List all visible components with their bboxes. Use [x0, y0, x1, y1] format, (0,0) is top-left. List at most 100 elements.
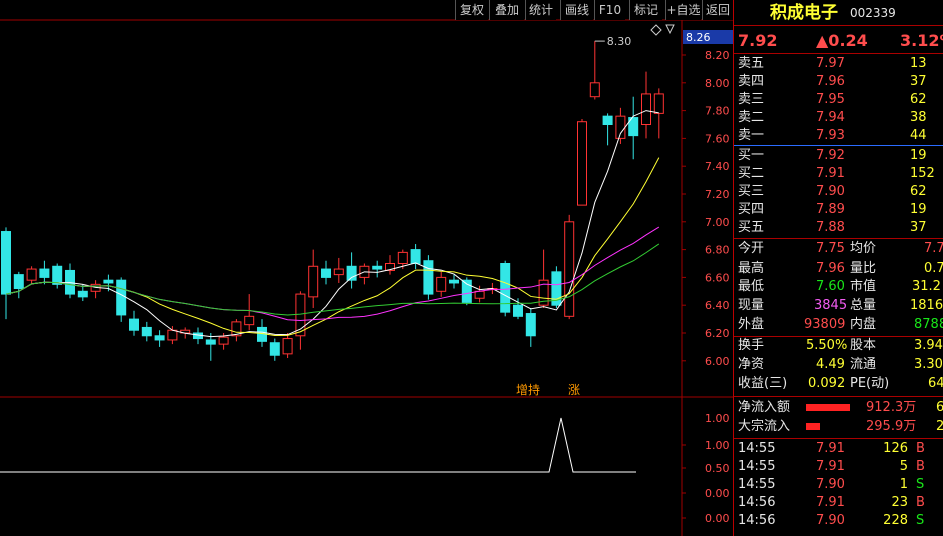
tick-row[interactable]: 14:55 7.91 5 B	[734, 458, 943, 476]
outer-label: 外盘	[738, 317, 765, 332]
toolbar-button-6[interactable]: +自选	[665, 0, 701, 20]
eps-label: 收益(三)	[738, 376, 788, 391]
tick-row[interactable]: 14:55 7.90 1 S	[734, 476, 943, 494]
block-inflow-bar	[806, 423, 820, 430]
candle-body	[77, 290, 88, 298]
block-inflow-label: 大宗流入	[738, 419, 791, 434]
asks-price: 7.94	[816, 110, 845, 125]
stock-name: 积成电子	[770, 3, 838, 23]
toolbar-button-4[interactable]: F10	[594, 0, 625, 20]
bids-row[interactable]: 买四 7.89 19	[734, 201, 943, 219]
price-axis-label: 7.20	[705, 188, 730, 201]
bids-price: 7.92	[816, 148, 845, 163]
candle-body	[525, 313, 536, 337]
asks-volume: 38	[910, 110, 927, 125]
candle-body	[436, 276, 447, 292]
tick-volume: 126	[883, 441, 908, 456]
candle-body	[1, 231, 11, 295]
bids-label: 买四	[738, 202, 765, 217]
tick-volume: 228	[883, 513, 908, 528]
candle-body	[577, 121, 587, 206]
candle-body	[205, 339, 216, 345]
price-axis-label: 7.40	[705, 160, 730, 173]
asks-volume: 62	[910, 92, 927, 107]
candle-body	[321, 268, 331, 278]
stat-row: 今开 7.75 均价 7.7	[734, 240, 943, 258]
price-axis-label: 6.80	[705, 244, 730, 257]
inner-label: 内盘	[850, 317, 877, 332]
toolbar-button-2[interactable]: 统计	[525, 0, 556, 20]
stat-row: 收益(三) 0.092 PE(动) 64	[734, 375, 943, 393]
high-marker-label: 8.30	[607, 35, 632, 48]
stat-row: 最高 7.96 量比 0.7	[734, 260, 943, 278]
nav-label: 净资	[738, 357, 765, 372]
pe-value: 64	[928, 376, 943, 391]
open-label: 今开	[738, 241, 765, 256]
turnover-value: 5.50%	[806, 338, 848, 353]
kline-chart[interactable]: 8.20 8.00 7.80 7.60 7.40 7.20 7.00 6.80 6.60 6.40…	[0, 0, 733, 536]
toolbar-button-1[interactable]: 叠加	[489, 0, 524, 20]
block-inflow: 大宗流入 295.9万 2	[734, 418, 943, 436]
price-axis-label: 6.00	[705, 355, 730, 368]
indicator-axis-label: 0.00	[705, 487, 730, 500]
market-cap-value: 31.2	[912, 279, 941, 294]
toolbar-button-3[interactable]: 画线	[560, 0, 593, 20]
current-price-tag: 8.26	[686, 31, 711, 44]
asks-price: 7.93	[816, 128, 845, 143]
stat-row: 外盘 93809 内盘 8788	[734, 316, 943, 334]
indicator-line	[0, 417, 636, 473]
bids-label: 买二	[738, 166, 765, 181]
asks-label: 卖三	[738, 92, 765, 107]
candle-body	[653, 93, 664, 114]
tick-price: 7.90	[816, 513, 845, 528]
tick-row[interactable]: 14:56 7.90 228 S	[734, 512, 943, 530]
diamond-icon	[650, 24, 662, 36]
total-volume-label: 总量	[850, 298, 877, 313]
toolbar-button-7[interactable]: 返回	[702, 0, 733, 20]
asks-row[interactable]: 卖三 7.95 62	[734, 91, 943, 109]
tick-price: 7.91	[816, 459, 845, 474]
asks-price: 7.97	[816, 56, 845, 71]
indicator-axis-label: 0.50	[705, 462, 730, 475]
candle-body	[410, 249, 421, 265]
candle-body	[589, 82, 600, 98]
candle-body	[13, 274, 24, 290]
candle-body	[26, 268, 37, 281]
candle-body	[141, 326, 152, 337]
avg-label: 均价	[850, 241, 877, 256]
asks-row[interactable]: 卖五 7.97 13	[734, 55, 943, 73]
asks-label: 卖五	[738, 56, 765, 71]
toolbar-button-5[interactable]: 标记	[629, 0, 662, 20]
bids-row[interactable]: 买一 7.92 19	[734, 147, 943, 165]
bids-row[interactable]: 买五 7.88 37	[734, 219, 943, 237]
asks-row[interactable]: 卖二 7.94 38	[734, 109, 943, 127]
candle-body	[103, 279, 114, 284]
tick-row[interactable]: 14:55 7.91 126 B	[734, 440, 943, 458]
tick-row-partial	[734, 530, 943, 536]
asks-label: 卖一	[738, 128, 765, 143]
outer-value: 93809	[804, 317, 846, 332]
tick-side: B	[916, 459, 925, 474]
market-cap-label: 市值	[850, 279, 877, 294]
current-price: 7.92	[738, 31, 778, 50]
tick-volume: 1	[899, 477, 908, 492]
tick-price: 7.90	[816, 477, 845, 492]
candle-body	[282, 338, 293, 355]
candle-body	[641, 93, 651, 125]
kline-chart-area[interactable]: 复权 叠加 统计 画线 F10 标记 +自选 返回 8.20 8.00 7.80 7.60 7.40 7…	[0, 0, 733, 536]
candle-body	[308, 265, 319, 298]
candle-body	[397, 251, 408, 265]
tick-row[interactable]: 14:56 7.91 23 B	[734, 494, 943, 512]
tick-side: S	[916, 477, 925, 492]
bids-volume: 62	[910, 184, 927, 199]
bids-row[interactable]: 买三 7.90 62	[734, 183, 943, 201]
bids-row[interactable]: 买二 7.91 152	[734, 165, 943, 183]
equity-value: 3.94	[914, 338, 943, 353]
asks-row[interactable]: 卖四 7.96 37	[734, 73, 943, 91]
indicator-axis-label: 1.00	[705, 439, 730, 452]
toolbar-button-0[interactable]: 复权	[455, 0, 488, 20]
asks-row[interactable]: 卖一 7.93 44	[734, 127, 943, 145]
asks-volume: 44	[910, 128, 927, 143]
block-inflow-extra: 2	[936, 418, 943, 436]
tick-volume: 23	[891, 495, 908, 510]
